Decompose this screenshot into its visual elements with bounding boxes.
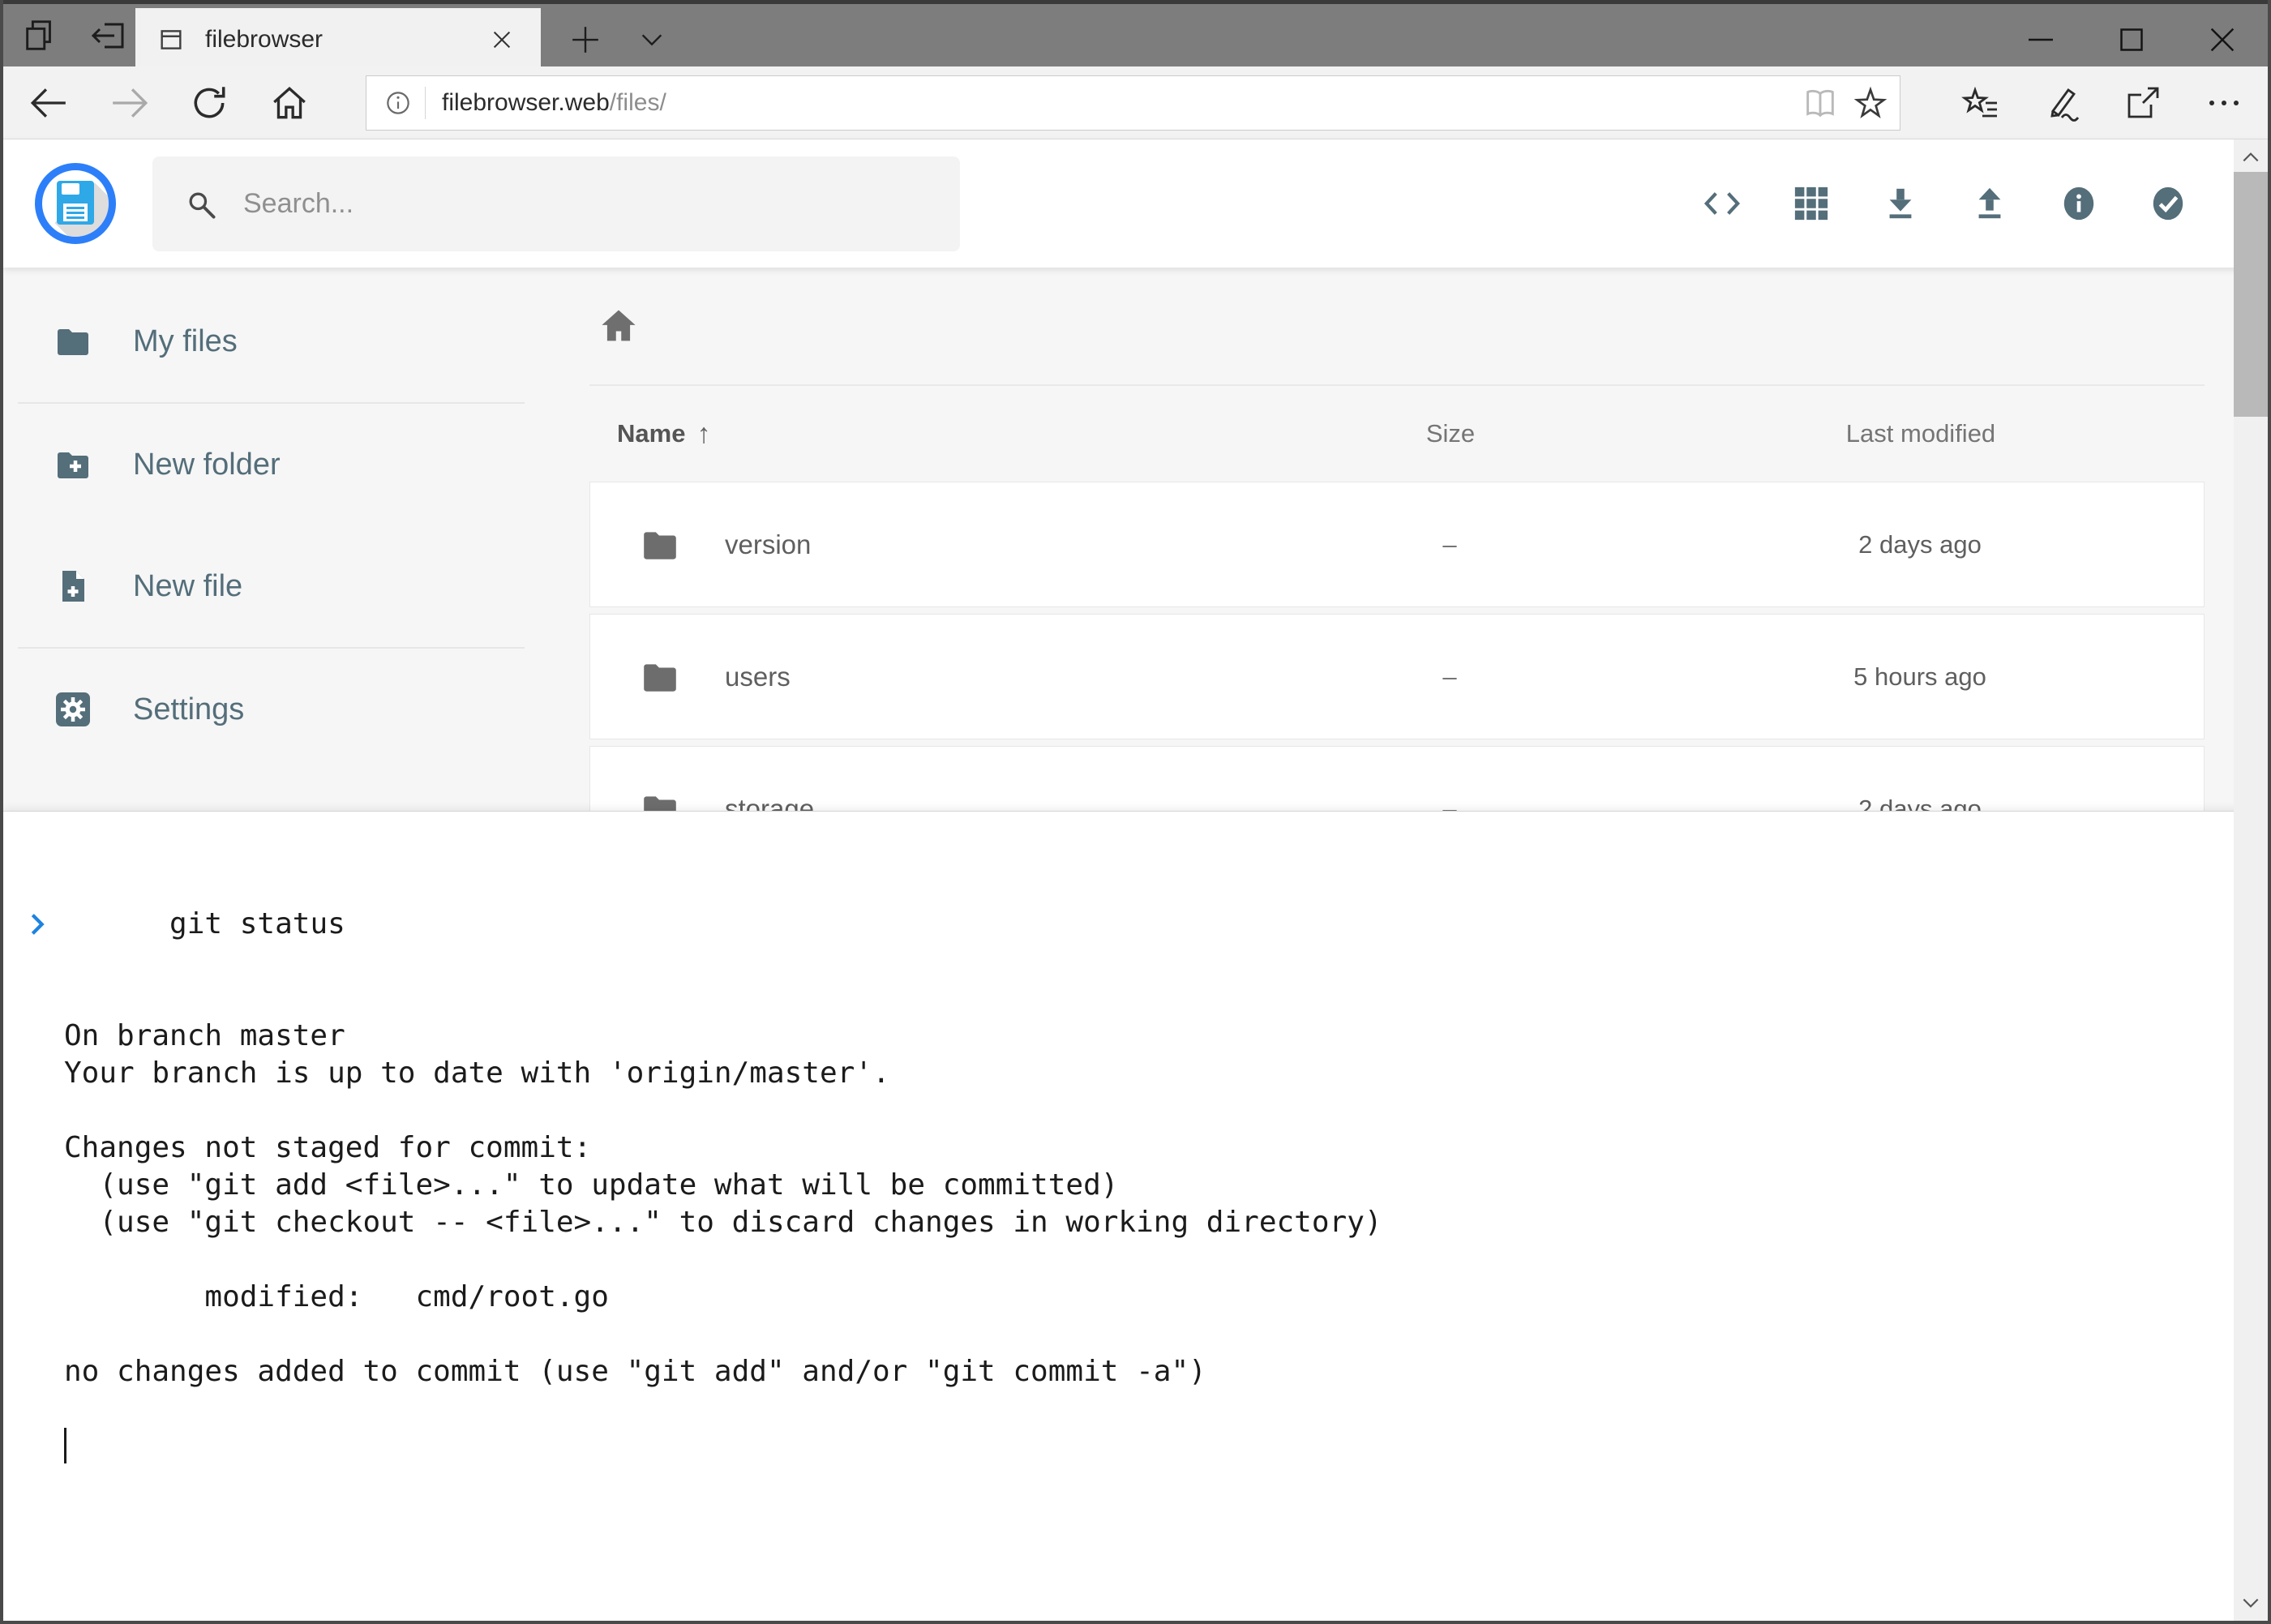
- sidebar-item-label: My files: [133, 324, 238, 359]
- folder-icon: [637, 657, 683, 697]
- terminal-panel[interactable]: git status On branch master Your branch …: [3, 811, 2268, 1624]
- prompt-chevron-icon: [24, 836, 164, 1013]
- column-header-size[interactable]: Size: [1264, 419, 1637, 448]
- add-favorite-star-icon[interactable]: [1849, 82, 1892, 124]
- file-modified: 2 days ago: [1636, 795, 2204, 812]
- sidebar-item-label: New folder: [133, 448, 281, 482]
- download-icon[interactable]: [1882, 185, 1919, 222]
- terminal-output-line: (use "git add <file>..." to update what …: [64, 1167, 2219, 1204]
- terminal-output-line: [64, 980, 2219, 1018]
- scrollbar-thumb[interactable]: [2234, 172, 2268, 417]
- url-text: filebrowser.web/files/: [442, 89, 666, 117]
- url-path: /files/: [610, 89, 666, 116]
- favorites-hub-icon[interactable]: [1961, 80, 2000, 126]
- file-row-version[interactable]: version – 2 days ago: [589, 482, 2205, 607]
- sidebar-item-settings[interactable]: Settings: [3, 649, 538, 770]
- folder-icon: [54, 322, 92, 361]
- terminal-output-line: Changes not staged for commit:: [64, 1129, 2219, 1167]
- upload-icon[interactable]: [1971, 185, 2008, 222]
- file-row-storage[interactable]: storage – 2 days ago: [589, 746, 2205, 811]
- file-modified: 2 days ago: [1636, 530, 2204, 559]
- file-size: –: [1263, 662, 1636, 692]
- settings-gear-icon: [54, 690, 92, 729]
- browser-tab[interactable]: filebrowser: [135, 8, 541, 71]
- floppy-disk-icon: [57, 181, 94, 225]
- maximize-button[interactable]: [2086, 8, 2177, 71]
- filebrowser-logo[interactable]: [35, 163, 116, 244]
- create-file-icon: [54, 567, 92, 606]
- browser-window: filebrowser: [0, 0, 2271, 1624]
- title-bar: filebrowser: [3, 0, 2268, 66]
- close-button[interactable]: [2177, 8, 2268, 71]
- back-button[interactable]: [26, 80, 71, 126]
- app-header: [3, 139, 2268, 268]
- terminal-output-line: Your branch is up to date with 'origin/m…: [64, 1055, 2219, 1092]
- search-input[interactable]: [242, 187, 877, 221]
- terminal-output-line: modified: cmd/root.go: [64, 1279, 2219, 1316]
- share-icon[interactable]: [2123, 80, 2162, 126]
- tab-list-chevron-icon[interactable]: [629, 17, 675, 62]
- code-icon[interactable]: [1703, 185, 1741, 222]
- search-icon: [183, 186, 219, 222]
- listing-header: Name ↑ Size Last modified: [589, 386, 2205, 482]
- vertical-scrollbar[interactable]: [2234, 139, 2268, 1621]
- scroll-down-icon[interactable]: [2234, 1585, 2268, 1621]
- tab-title: filebrowser: [205, 26, 484, 54]
- terminal-output-line: no changes added to commit (use "git add…: [64, 1353, 2219, 1390]
- reading-view-icon[interactable]: [1799, 82, 1841, 124]
- sidebar: My files New folder New file Settings: [3, 268, 538, 770]
- file-listing: Name ↑ Size Last modified version – 2 da…: [589, 268, 2205, 811]
- forward-button[interactable]: [107, 80, 152, 126]
- site-info-icon[interactable]: [383, 88, 413, 118]
- column-header-modified[interactable]: Last modified: [1637, 419, 2205, 448]
- terminal-command: git status: [169, 907, 345, 941]
- tab-favicon-icon: [156, 26, 186, 54]
- navigation-bar: filebrowser.web/files/: [3, 66, 2268, 139]
- tab-close-icon[interactable]: [484, 22, 520, 58]
- grid-view-icon[interactable]: [1793, 185, 1830, 222]
- file-size: –: [1263, 795, 1636, 812]
- home-breadcrumb-icon[interactable]: [598, 305, 640, 347]
- set-tabs-aside-icon[interactable]: [88, 15, 128, 56]
- terminal-cursor: [64, 1428, 66, 1463]
- sidebar-item-label: New file: [133, 569, 242, 604]
- address-bar-divider: [425, 87, 426, 119]
- check-circle-icon[interactable]: [2149, 185, 2187, 222]
- scroll-up-icon[interactable]: [2234, 139, 2268, 175]
- terminal-output-line: On branch master: [64, 1018, 2219, 1055]
- file-name: storage: [725, 794, 814, 812]
- sidebar-item-new-file[interactable]: New file: [3, 525, 538, 647]
- file-size: –: [1263, 530, 1636, 559]
- breadcrumb: [589, 268, 2205, 386]
- file-modified: 5 hours ago: [1636, 662, 2204, 692]
- minimize-button[interactable]: [1995, 8, 2086, 71]
- tab-preview-icon[interactable]: [19, 15, 60, 56]
- home-button[interactable]: [267, 80, 312, 126]
- create-folder-icon: [54, 445, 92, 484]
- new-tab-button[interactable]: [563, 17, 608, 62]
- column-header-name[interactable]: Name ↑: [589, 418, 1264, 450]
- page-content: My files New folder New file Settings: [3, 268, 2268, 811]
- folder-icon: [637, 789, 683, 812]
- file-name: version: [725, 529, 811, 560]
- search-box[interactable]: [152, 156, 960, 251]
- terminal-command-line: git status: [64, 831, 2219, 980]
- sort-ascending-icon: ↑: [696, 418, 710, 450]
- refresh-button[interactable]: [186, 80, 232, 126]
- folder-icon: [637, 525, 683, 565]
- info-icon[interactable]: [2060, 185, 2097, 222]
- sidebar-item-label: Settings: [133, 692, 244, 727]
- web-note-pen-icon[interactable]: [2042, 80, 2081, 126]
- sidebar-item-new-folder[interactable]: New folder: [3, 404, 538, 525]
- address-bar[interactable]: filebrowser.web/files/: [366, 75, 1900, 131]
- terminal-output-line: (use "git checkout -- <file>..." to disc…: [64, 1204, 2219, 1241]
- terminal-output-line: [64, 1316, 2219, 1353]
- sidebar-item-my-files[interactable]: My files: [3, 281, 538, 402]
- more-options-icon[interactable]: [2205, 80, 2243, 126]
- terminal-output-line: [64, 1092, 2219, 1129]
- url-host: filebrowser.web: [442, 89, 610, 116]
- terminal-output-line: [64, 1241, 2219, 1279]
- file-row-users[interactable]: users – 5 hours ago: [589, 614, 2205, 739]
- file-name: users: [725, 662, 791, 692]
